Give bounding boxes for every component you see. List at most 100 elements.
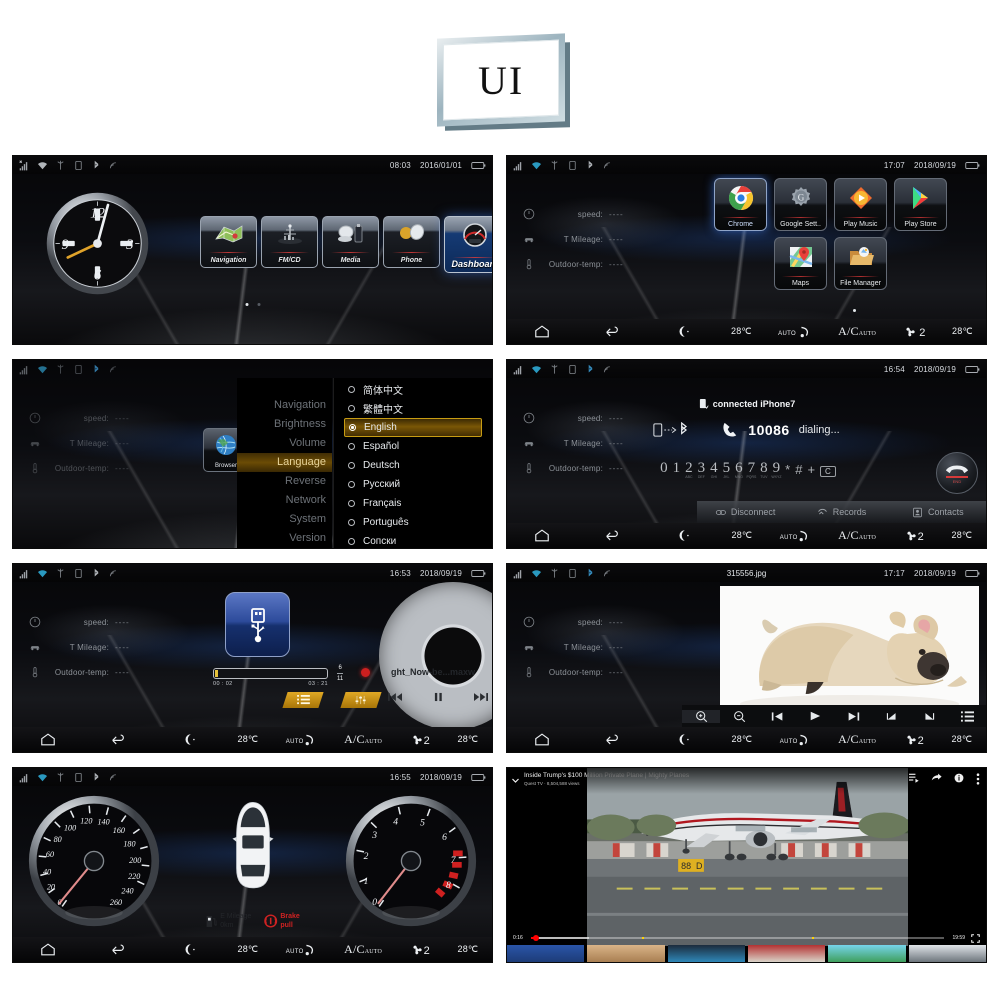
temp-left[interactable]: 28℃ [732,734,753,745]
climate-controls[interactable]: 28℃ AUTO A/CAUTO 2 28℃ [224,732,492,747]
screen-usb-music-player[interactable]: 16:53 2018/09/19 speed: ---- T Mileage: … [12,563,493,753]
back-button[interactable] [577,733,647,746]
settings-item-brightness[interactable]: Brightness [237,415,332,434]
home-button[interactable] [13,943,83,956]
fan-control[interactable]: 2 [903,325,926,339]
fullscreen-icon[interactable] [971,933,980,943]
key-4[interactable]: 4 GHI [710,460,718,479]
language-option[interactable]: Сопски [344,532,492,548]
temp-left[interactable]: 28℃ [732,530,753,541]
back-button[interactable] [83,943,153,956]
nav-buttons[interactable] [507,325,718,338]
thumbnail-item[interactable] [507,945,585,962]
screen-home-carousel[interactable]: 08:03 2016/01/01 12 3 6 9 Navigation FM/… [12,155,493,345]
app-maps[interactable]: Maps [774,237,827,290]
temp-right[interactable]: 28℃ [457,734,478,745]
key-clear[interactable]: C [820,466,836,477]
language-list[interactable]: 简体中文 繁體中文 English Español Deutsch Русски… [333,378,492,548]
back-button[interactable] [83,733,153,746]
key-hash[interactable]: # [795,462,802,477]
auto-airflow-button[interactable]: AUTO [286,943,317,956]
settings-menu[interactable]: Navigation Brightness Volume Language Re… [237,378,332,548]
thumbnail-item[interactable] [587,945,665,962]
seek-handle[interactable] [533,935,540,941]
fan-control[interactable]: 2 [410,733,430,747]
page-dot[interactable] [853,309,856,312]
fan-control[interactable]: 2 [410,943,430,957]
temp-right[interactable]: 28℃ [951,734,972,745]
zoom-in-button[interactable] [682,709,720,723]
settings-item-reverse[interactable]: Reverse [237,472,332,491]
photo-viewer[interactable] [720,586,979,708]
screen-app-launcher[interactable]: 17:07 2018/09/19 speed: ---- T Mileage: … [506,155,987,345]
fan-control[interactable]: 2 [904,529,924,543]
end-call-button[interactable]: END [936,452,978,494]
auto-airflow-button[interactable]: AUTO [286,733,317,746]
back-button[interactable] [577,325,647,338]
carousel-tile-media[interactable]: Media [322,216,379,268]
temp-left[interactable]: 28℃ [731,326,752,337]
language-option[interactable]: Русский [344,475,492,494]
info-icon[interactable] [954,773,964,783]
key-5[interactable]: 5 JKL [723,460,731,479]
image-list-button[interactable] [948,710,986,722]
back-button[interactable] [577,529,647,542]
page-dot[interactable] [257,303,260,306]
home-button[interactable] [13,733,83,746]
playback-progress[interactable]: 00 : 02 03 : 21 [213,668,328,687]
screen-settings-language[interactable]: speed: ---- T Mileage: ---- Outdoor-temp… [12,359,493,549]
screen-youtube-player[interactable]: 88D Inside Trump's $100 Million Private … [506,767,987,963]
key-0[interactable]: 0 [660,460,668,477]
screen-instrument-cluster[interactable]: 16:55 2018/09/19 20 40 60 80 100 120 140… [12,767,493,963]
app-google-settings[interactable]: G Google Sett.. [774,178,827,231]
key-2[interactable]: 2 ABC [685,460,693,479]
prev-track-button[interactable] [388,692,402,704]
settings-item-volume[interactable]: Volume [237,434,332,453]
gallery-toolbar[interactable] [682,705,986,727]
home-button[interactable] [507,733,577,746]
app-grid[interactable]: Chrome G Google Sett.. Play Music Play S… [714,178,947,296]
thumbnail-item[interactable] [667,945,745,962]
thumbnail-item[interactable] [828,945,906,962]
equalizer-tab[interactable] [340,692,382,708]
phone-tabs[interactable]: Disconnect Records Contacts [697,501,986,523]
key-3[interactable]: 3 DEF [698,460,706,479]
queue-icon[interactable] [909,773,919,783]
tab-contacts[interactable]: Contacts [890,507,986,518]
language-option[interactable]: Français [344,494,492,513]
settings-item-network[interactable]: Network [237,491,332,510]
language-option[interactable]: Português [344,513,492,532]
carousel-tile-fmcd[interactable]: FM/CD [261,216,318,268]
climate-controls[interactable]: 28℃ AUTO A/CAUTO 2 28℃ [718,324,986,339]
slideshow-play-button[interactable] [796,710,834,722]
page-indicator[interactable] [245,303,260,306]
thumbnail-item[interactable] [747,945,826,962]
key-star[interactable]: * [785,462,790,477]
auto-airflow-button[interactable]: AUTO [780,733,811,746]
settings-item-language[interactable]: Language [237,453,332,472]
settings-item-navigation[interactable]: Navigation [237,396,332,415]
progress-bar[interactable] [213,668,328,679]
key-1[interactable]: 1 [673,460,681,477]
next-image-button[interactable] [834,711,872,722]
auto-airflow-button[interactable]: AUTO [780,529,811,542]
chevron-down-icon[interactable] [511,776,520,785]
nav-buttons[interactable] [507,529,718,542]
temp-right[interactable]: 28℃ [951,530,972,541]
ac-auto-button[interactable]: A/CAUTO [838,732,876,747]
night-mode-button[interactable] [648,733,718,746]
app-play-store[interactable]: Play Store [894,178,947,231]
language-option[interactable]: 繁體中文 [344,399,492,418]
seek-track[interactable] [530,935,945,941]
app-chrome[interactable]: Chrome [714,178,767,231]
thumbnail-item[interactable] [908,945,986,962]
playlist-tab[interactable] [282,692,324,708]
settings-item-system[interactable]: System [237,510,332,529]
ac-auto-button[interactable]: A/CAUTO [838,528,876,543]
temp-right[interactable]: 28℃ [952,326,973,337]
tab-records[interactable]: Records [793,507,889,518]
night-mode-button[interactable] [154,733,224,746]
key-8[interactable]: 8 TUV [760,460,768,479]
language-option[interactable]: 简体中文 [344,380,492,399]
language-option-selected[interactable]: English [344,418,482,437]
